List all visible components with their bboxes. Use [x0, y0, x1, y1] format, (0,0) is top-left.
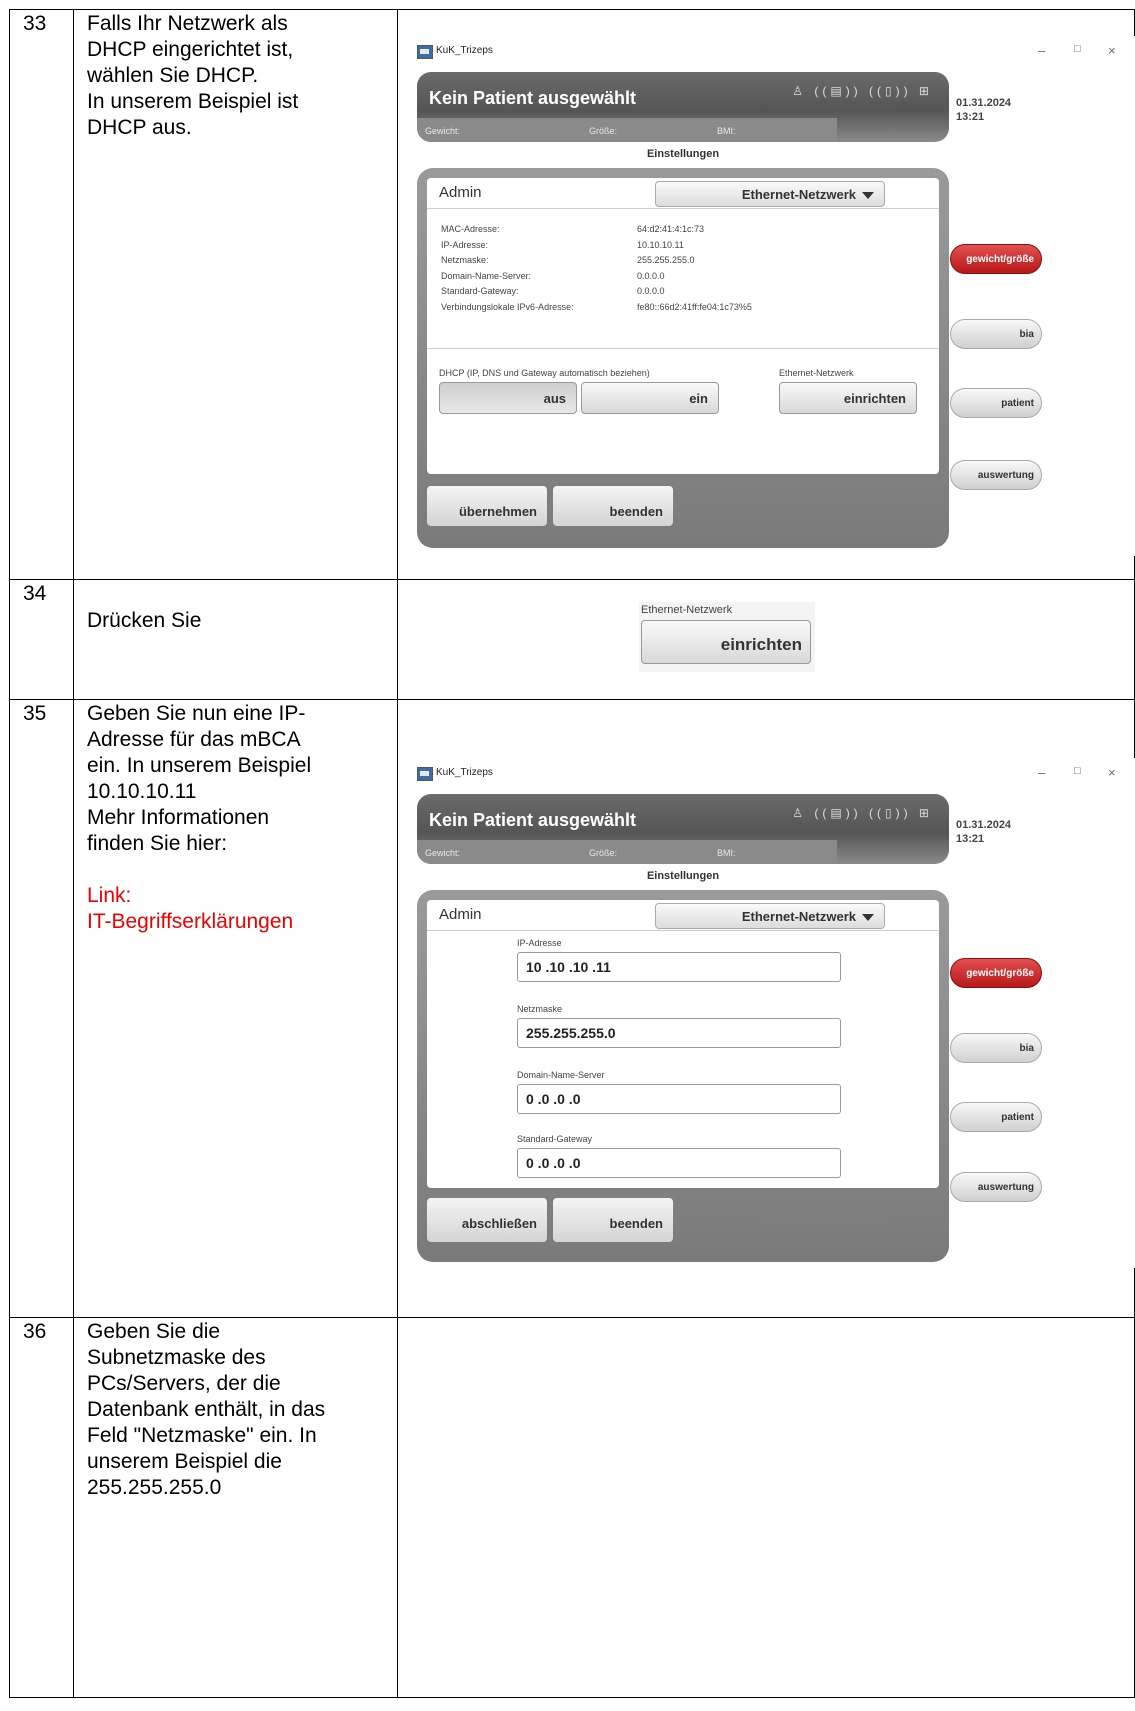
app-screenshot-ip-input: KuK_Trizeps – □ × Kein Patient ausgewähl…: [398, 758, 1135, 1268]
window-titlebar: KuK_Trizeps – □ ×: [398, 758, 1135, 788]
side-button-evaluation[interactable]: auswertung: [950, 460, 1042, 490]
datetime: 01.31.2024 13:21: [956, 819, 1012, 845]
minimize-icon[interactable]: –: [1038, 43, 1045, 58]
quit-button[interactable]: beenden: [553, 1198, 673, 1242]
settings-panel: Admin Ethernet-Netzwerk MAC-Adresse: IP-A…: [417, 168, 949, 548]
network-dropdown[interactable]: Ethernet-Netzwerk: [655, 903, 885, 929]
network-info-labels: MAC-Adresse: IP-Adresse: Netzmaske: Domain-…: [441, 224, 574, 312]
step-text: Falls Ihr Netzwerk als DHCP eingerichtet …: [87, 12, 299, 139]
status-icons: ♙ ((▤)) ((▯)) ⊞: [792, 806, 933, 820]
settings-panel: Admin Ethernet-Netzwerk IP-Adresse 10 .1…: [417, 890, 949, 1262]
it-glossary-link[interactable]: Link: IT-Begriffserklärungen: [87, 883, 397, 935]
admin-label: Admin: [439, 906, 482, 923]
maximize-icon[interactable]: □: [1074, 765, 1081, 777]
finish-button[interactable]: abschließen: [427, 1198, 547, 1242]
admin-panel: Admin Ethernet-Netzwerk MAC-Adresse: IP-A…: [427, 178, 939, 474]
weight-label: Gewicht:: [425, 126, 461, 136]
bmi-label: BMI:: [717, 126, 736, 136]
patient-title: Kein Patient ausgewählt: [429, 88, 637, 108]
chevron-down-icon: [862, 192, 874, 199]
quit-button[interactable]: beenden: [553, 486, 673, 526]
dns-field[interactable]: 0 .0 .0 .0: [517, 1084, 841, 1114]
window-title: KuK_Trizeps: [436, 767, 493, 778]
dhcp-on-button[interactable]: ein: [581, 382, 719, 414]
netmask-label: Netzmaske: [517, 1004, 563, 1014]
netmask-field[interactable]: 255.255.255.0: [517, 1018, 841, 1048]
close-icon[interactable]: ×: [1108, 765, 1116, 780]
step-text: Geben Sie nun eine IP- Adresse für das mB…: [74, 700, 397, 935]
step-number: 34: [23, 582, 47, 605]
ethernet-label: Ethernet-Netzwerk: [641, 604, 733, 616]
side-button-patient[interactable]: patient: [950, 1102, 1042, 1132]
setup-button[interactable]: einrichten: [779, 382, 917, 414]
step-text: Drücken Sie: [87, 609, 202, 632]
step-row-35: 35 Geben Sie nun eine IP- Adresse für das…: [9, 699, 1135, 1318]
settings-label: Einstellungen: [646, 148, 720, 160]
step-text: Geben Sie die Subnetzmaske des PCs/Servers…: [87, 1320, 326, 1499]
bmi-label: BMI:: [717, 848, 736, 858]
setup-button-crop: Ethernet-Netzwerk einrichten: [639, 602, 815, 672]
window-title: KuK_Trizeps: [436, 45, 493, 56]
step-number: 36: [23, 1320, 47, 1343]
apply-button[interactable]: übernehmen: [427, 486, 547, 526]
height-label: Größe:: [589, 848, 618, 858]
ethernet-label: Ethernet-Netzwerk: [779, 368, 854, 378]
dhcp-label: DHCP (IP, DNS und Gateway automatisch be…: [439, 368, 650, 378]
side-button-bia[interactable]: bia: [950, 1033, 1042, 1063]
app-icon: [417, 767, 433, 781]
patient-header: Kein Patient ausgewählt ♙ ((▤)) ((▯)) ⊞ …: [417, 794, 949, 864]
chevron-down-icon: [862, 914, 874, 921]
side-button-patient[interactable]: patient: [950, 388, 1042, 418]
gateway-field[interactable]: 0 .0 .0 .0: [517, 1148, 841, 1178]
admin-panel: Admin Ethernet-Netzwerk IP-Adresse 10 .1…: [427, 900, 939, 1188]
window-titlebar: KuK_Trizeps – □ ×: [398, 36, 1135, 66]
side-button-evaluation[interactable]: auswertung: [950, 1172, 1042, 1202]
network-dropdown[interactable]: Ethernet-Netzwerk: [655, 181, 885, 207]
maximize-icon[interactable]: □: [1074, 43, 1081, 55]
patient-title: Kein Patient ausgewählt: [429, 810, 637, 830]
weight-label: Gewicht:: [425, 848, 461, 858]
height-label: Größe:: [589, 126, 618, 136]
status-icons: ♙ ((▤)) ((▯)) ⊞: [792, 84, 933, 98]
admin-label: Admin: [439, 184, 482, 201]
side-button-weight-height[interactable]: gewicht/größe: [950, 958, 1042, 988]
close-icon[interactable]: ×: [1108, 43, 1116, 58]
app-screenshot-network-settings: KuK_Trizeps – □ × Kein Patient ausgewähl…: [398, 36, 1135, 556]
patient-header: Kein Patient ausgewählt ♙ ((▤)) ((▯)) ⊞ …: [417, 72, 949, 142]
step-row-36: 36 Geben Sie die Subnetzmaske des PCs/Serv…: [9, 1317, 1135, 1698]
ip-address-field[interactable]: 10 .10 .10 .11: [517, 952, 841, 982]
instruction-table: 33 Falls Ihr Netzwerk als DHCP eingericht…: [9, 9, 1135, 1698]
side-button-weight-height[interactable]: gewicht/größe: [950, 244, 1042, 274]
ip-address-label: IP-Adresse: [517, 938, 562, 948]
step-number: 35: [23, 702, 47, 725]
setup-button[interactable]: einrichten: [641, 620, 811, 664]
step-row-34: 34 Drücken Sie Ethernet-Netzwerk einrich…: [9, 579, 1135, 700]
minimize-icon[interactable]: –: [1038, 765, 1045, 780]
side-button-bia[interactable]: bia: [950, 319, 1042, 349]
dns-label: Domain-Name-Server: [517, 1070, 605, 1080]
step-row-33: 33 Falls Ihr Netzwerk als DHCP eingericht…: [9, 9, 1135, 580]
dhcp-off-button[interactable]: aus: [439, 382, 577, 414]
gateway-label: Standard-Gateway: [517, 1134, 593, 1144]
settings-label: Einstellungen: [646, 870, 720, 882]
step-number: 33: [23, 12, 47, 35]
datetime: 01.31.2024 13:21: [956, 97, 1012, 123]
app-icon: [417, 45, 433, 59]
network-info-values: 64:d2:41:4:1c:73 10.10.10.11 255.255.255.0…: [637, 224, 752, 312]
